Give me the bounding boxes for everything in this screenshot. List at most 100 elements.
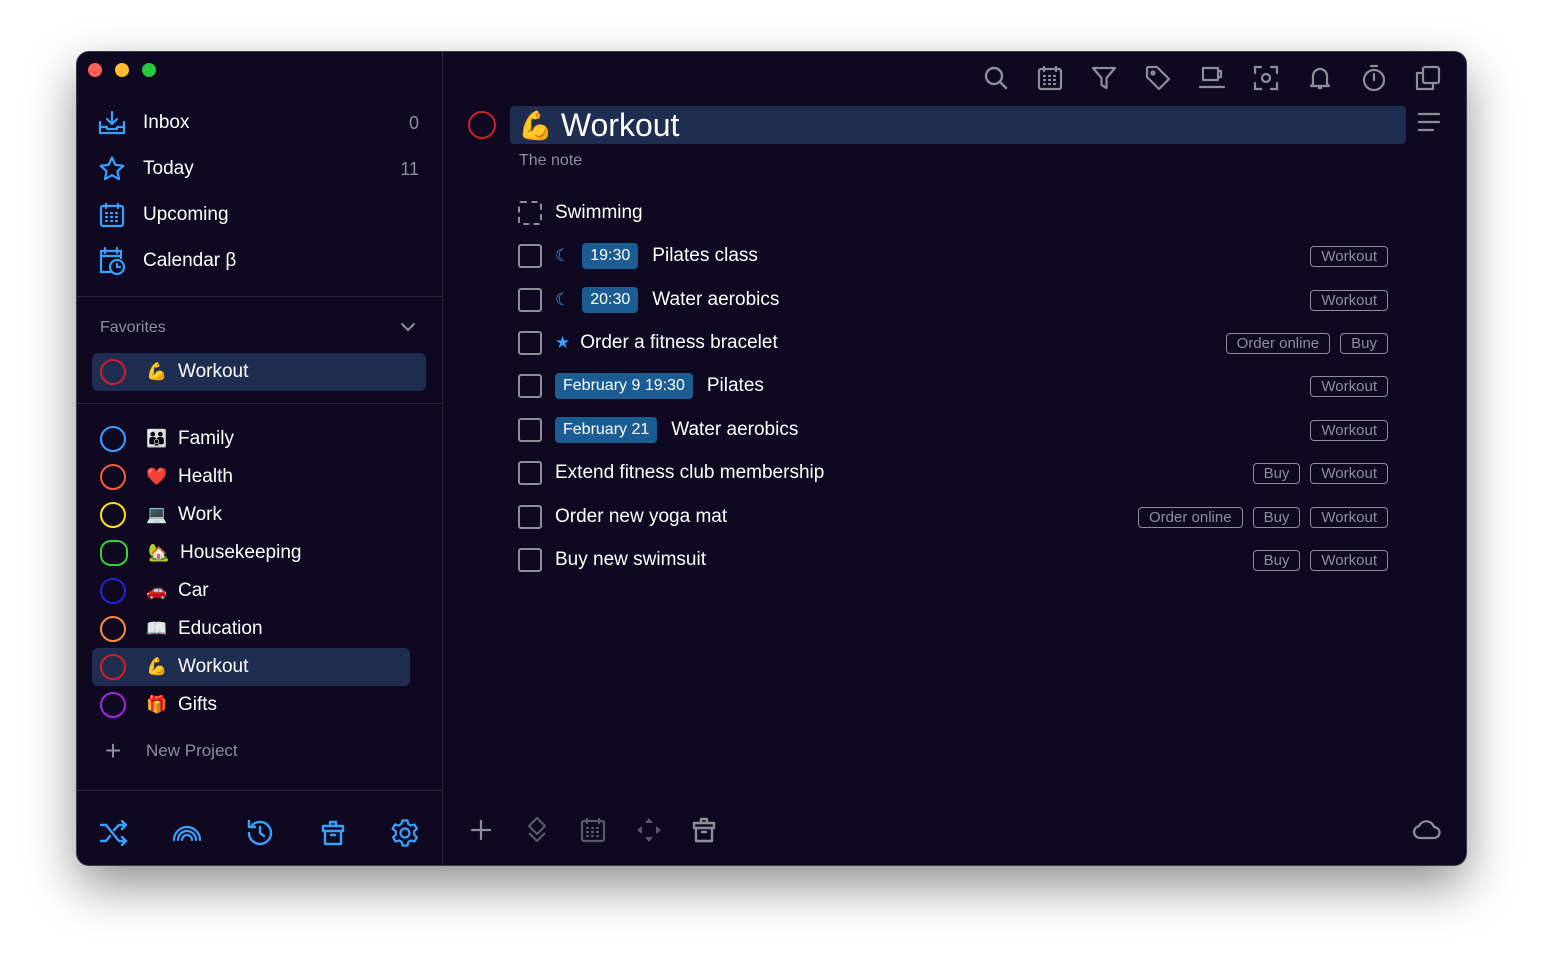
- tag-badge[interactable]: Workout: [1310, 419, 1388, 441]
- project-label: Gifts: [178, 694, 218, 715]
- project-ring-icon: [100, 692, 126, 718]
- rainbow-icon[interactable]: [170, 816, 204, 850]
- task-row[interactable]: ☾ 20:30 Water aerobics Workout: [518, 282, 1388, 318]
- calendar-icon[interactable]: [576, 813, 610, 847]
- sidebar-item-work[interactable]: 💻 Work: [92, 496, 410, 534]
- calendar-icon[interactable]: [1035, 63, 1065, 93]
- trash-icon[interactable]: [687, 813, 721, 847]
- trash-icon[interactable]: [316, 816, 350, 850]
- sidebar-item-car[interactable]: 🚗 Car: [92, 572, 410, 610]
- window-close-button[interactable]: [88, 63, 102, 77]
- page-title: Workout: [560, 106, 680, 143]
- sidebar-item-education[interactable]: 📖 Education: [92, 610, 410, 648]
- sidebar-item-workout[interactable]: 💪 Workout: [92, 648, 410, 686]
- window-minimize-button[interactable]: [115, 63, 129, 77]
- task-checkbox[interactable]: [518, 548, 542, 572]
- favorite-item-label: Workout: [178, 361, 249, 382]
- tag-badge[interactable]: Order online: [1138, 506, 1243, 528]
- task-checkbox[interactable]: [518, 331, 542, 355]
- tag-badge[interactable]: Workout: [1310, 506, 1388, 528]
- sidebar-item-gifts[interactable]: 🎁 Gifts: [92, 686, 410, 724]
- task-label: Order new yoga mat: [555, 506, 728, 527]
- task-label: Extend fitness club membership: [555, 462, 825, 483]
- favorite-item-workout[interactable]: 💪 Workout: [92, 353, 426, 391]
- task-row[interactable]: February 21 Water aerobics Workout: [518, 412, 1388, 448]
- focus-icon[interactable]: [1251, 63, 1281, 93]
- search-icon[interactable]: [981, 63, 1011, 93]
- tag-badge[interactable]: Workout: [1310, 375, 1388, 397]
- cloud-icon[interactable]: [1410, 813, 1444, 847]
- history-icon[interactable]: [243, 816, 277, 850]
- task-tags: Buy Workout: [1252, 462, 1388, 484]
- house-icon: 🏡: [148, 543, 170, 562]
- task-checkbox[interactable]: [518, 374, 542, 398]
- heading-checkbox[interactable]: [518, 201, 542, 225]
- new-project-button[interactable]: + New Project: [100, 737, 238, 765]
- tag-badge[interactable]: Order online: [1225, 332, 1331, 354]
- star-icon: ★: [555, 333, 571, 352]
- tag-badge[interactable]: Workout: [1310, 549, 1388, 571]
- bell-icon[interactable]: [1305, 63, 1335, 93]
- move-icon[interactable]: [520, 813, 554, 847]
- timer-icon[interactable]: [1359, 63, 1389, 93]
- tag-badge[interactable]: Buy: [1340, 332, 1388, 354]
- project-label: Housekeeping: [180, 542, 302, 563]
- shuffle-icon[interactable]: [97, 816, 131, 850]
- sidebar-item-inbox[interactable]: Inbox 0: [97, 105, 419, 141]
- hamburger-menu-icon[interactable]: [1417, 111, 1441, 138]
- add-icon[interactable]: [464, 813, 498, 847]
- task-checkbox[interactable]: [518, 244, 542, 268]
- task-row[interactable]: Extend fitness club membership Buy Worko…: [518, 455, 1388, 491]
- project-ring-icon[interactable]: [468, 111, 496, 139]
- arrows-icon[interactable]: [632, 813, 666, 847]
- task-checkbox[interactable]: [518, 505, 542, 529]
- tag-badge[interactable]: Workout: [1310, 245, 1388, 267]
- task-heading[interactable]: Swimming: [518, 195, 1388, 231]
- tag-icon[interactable]: [1143, 63, 1173, 93]
- task-tags: Workout: [1310, 419, 1388, 441]
- task-row[interactable]: ★ Order a fitness bracelet Order online …: [518, 325, 1388, 361]
- tag-badge[interactable]: Workout: [1310, 289, 1388, 311]
- tag-badge[interactable]: Buy: [1252, 506, 1301, 528]
- task-row[interactable]: February 9 19:30 Pilates Workout: [518, 368, 1388, 404]
- task-tags: Order online Buy: [1225, 332, 1388, 354]
- sidebar-item-housekeeping[interactable]: 🏡 Housekeeping: [92, 534, 410, 572]
- tag-badge[interactable]: Buy: [1252, 549, 1301, 571]
- task-tags: Workout: [1310, 289, 1388, 311]
- moon-icon: ☾: [555, 246, 571, 265]
- project-note[interactable]: The note: [519, 152, 582, 170]
- settings-icon[interactable]: [388, 816, 422, 850]
- project-ring-icon: [100, 464, 126, 490]
- sidebar-item-calendar[interactable]: Calendar β: [97, 243, 419, 279]
- chevron-down-icon[interactable]: [399, 318, 417, 341]
- sidebar-item-today[interactable]: Today 11: [97, 151, 419, 187]
- project-label: Work: [178, 504, 222, 525]
- sidebar-item-family[interactable]: 👪 Family: [92, 420, 410, 458]
- task-row[interactable]: ☾ 19:30 Pilates class Workout: [518, 238, 1388, 274]
- sidebar-item-health[interactable]: ❤️ Health: [92, 458, 410, 496]
- main-pane: 💪 Workout The note Swimming ☾ 19:30 Pila…: [444, 52, 1466, 865]
- task-checkbox[interactable]: [518, 288, 542, 312]
- task-checkbox[interactable]: [518, 461, 542, 485]
- laptop-icon: 💻: [146, 505, 168, 524]
- window-maximize-button[interactable]: [142, 63, 156, 77]
- task-checkbox[interactable]: [518, 418, 542, 442]
- filter-icon[interactable]: [1089, 63, 1119, 93]
- coffee-cup-icon[interactable]: [1197, 63, 1227, 93]
- heart-icon: ❤️: [146, 467, 168, 486]
- project-ring-icon: [100, 578, 126, 604]
- sidebar-item-label: Upcoming: [143, 204, 229, 225]
- sidebar-item-upcoming[interactable]: Upcoming: [97, 197, 419, 233]
- time-badge: 19:30: [582, 243, 639, 269]
- task-label: Buy new swimsuit: [555, 549, 706, 570]
- task-row[interactable]: Buy new swimsuit Buy Workout: [518, 542, 1388, 578]
- tag-badge[interactable]: Buy: [1252, 462, 1301, 484]
- app-window: Inbox 0 Today 11 Upcoming Calendar β Fav…: [77, 52, 1466, 865]
- sidebar-bottom-bar: [77, 812, 443, 864]
- task-row[interactable]: Order new yoga mat Order online Buy Work…: [518, 499, 1388, 535]
- sidebar-item-label: Calendar β: [143, 250, 237, 271]
- duplicate-icon[interactable]: [1413, 63, 1443, 93]
- tag-badge[interactable]: Workout: [1310, 462, 1388, 484]
- project-ring-icon: [100, 502, 126, 528]
- project-title-field[interactable]: 💪 Workout: [510, 106, 1406, 144]
